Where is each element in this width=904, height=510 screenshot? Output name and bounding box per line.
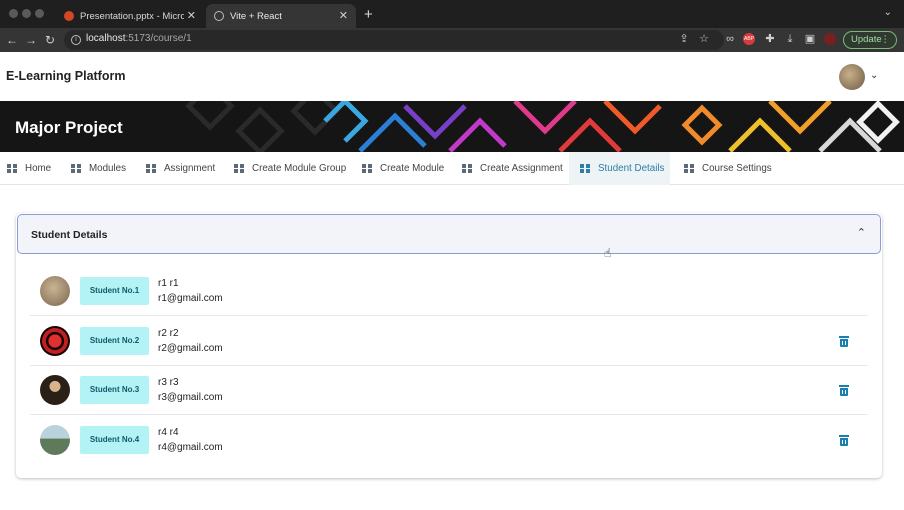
star-icon[interactable]: ☆: [698, 33, 710, 45]
banner-pattern: [185, 101, 900, 152]
chevron-up-icon[interactable]: ⌃: [857, 226, 866, 239]
dashboard-icon: [684, 163, 694, 174]
tab-assignment[interactable]: Assignment: [146, 152, 215, 185]
globe-icon: [214, 11, 224, 21]
address-bar[interactable]: i localhost:5173/course/1: [64, 30, 724, 50]
student-badge: Student No.3: [80, 376, 149, 404]
tab-modules[interactable]: Modules: [71, 152, 126, 185]
course-banner: Major Project: [0, 101, 904, 152]
student-email: r4@gmail.com: [158, 442, 223, 453]
window-zoom-dot[interactable]: [35, 9, 44, 18]
forward-arrow-icon[interactable]: →: [25, 32, 37, 48]
accordion-header[interactable]: Student Details ⌃: [17, 214, 881, 254]
browser-toolbar: ← → ↻ i localhost:5173/course/1 ⇪ ☆ ∞ AB…: [0, 28, 904, 52]
sidepanel-icon[interactable]: ▣: [804, 33, 816, 45]
course-title: Major Project: [15, 118, 123, 137]
tab-create-module-group[interactable]: Create Module Group: [234, 152, 346, 185]
reload-icon[interactable]: ↻: [45, 32, 55, 48]
chevron-down-icon[interactable]: ⌄: [870, 70, 878, 81]
glasses-icon[interactable]: ∞: [724, 33, 736, 45]
dashboard-icon: [362, 163, 372, 174]
student-name: r2 r2: [158, 328, 179, 339]
student-name: r4 r4: [158, 427, 179, 438]
chevron-down-icon[interactable]: ⌄: [884, 7, 892, 18]
window-close-dot[interactable]: [9, 9, 18, 18]
student-row: Student No.1 r1 r1 r1@gmail.com: [30, 267, 868, 316]
dashboard-icon: [146, 163, 156, 174]
course-nav: Home Modules Assignment Create Module Gr…: [0, 152, 904, 185]
avatar: [40, 276, 70, 306]
mouse-cursor-icon: ☝: [604, 246, 612, 260]
delete-icon[interactable]: [839, 435, 849, 446]
tab-create-module[interactable]: Create Module: [362, 152, 444, 185]
student-row: Student No.2 r2 r2 r2@gmail.com: [30, 317, 868, 366]
student-row: Student No.4 r4 r4 r4@gmail.com: [30, 416, 868, 465]
adblock-icon[interactable]: ABP: [743, 33, 755, 45]
student-email: r2@gmail.com: [158, 343, 223, 354]
update-button[interactable]: Update ⋮: [843, 31, 897, 49]
student-email: r1@gmail.com: [158, 293, 223, 304]
dashboard-icon: [580, 163, 590, 174]
close-icon[interactable]: ✕: [187, 9, 196, 22]
dashboard-icon: [7, 163, 17, 174]
window-minimize-dot[interactable]: [22, 9, 31, 18]
info-icon[interactable]: i: [71, 35, 81, 45]
student-name: r1 r1: [158, 278, 179, 289]
tab-student-details[interactable]: Student Details: [569, 152, 670, 185]
profile-icon[interactable]: [824, 33, 836, 45]
delete-icon[interactable]: [839, 336, 849, 347]
student-row: Student No.3 r3 r3 r3@gmail.com: [30, 366, 868, 415]
tab-home[interactable]: Home: [7, 152, 51, 185]
tab-create-assignment[interactable]: Create Assignment: [462, 152, 563, 185]
puzzle-icon[interactable]: ✚: [764, 33, 776, 45]
delete-icon[interactable]: [839, 385, 849, 396]
back-arrow-icon[interactable]: ←: [6, 32, 18, 48]
tab-course-settings[interactable]: Course Settings: [684, 152, 772, 185]
tab-title: Presentation.pptx - Microsoft Po: [80, 10, 184, 22]
avatar: [40, 425, 70, 455]
dashboard-icon: [234, 163, 244, 174]
app-header: E-Learning Platform ⌄: [0, 52, 904, 101]
student-name: r3 r3: [158, 377, 179, 388]
avatar: [40, 375, 70, 405]
dashboard-icon: [71, 163, 81, 174]
browser-tab-vite-react[interactable]: Vite + React ✕: [206, 4, 356, 28]
dashboard-icon: [462, 163, 472, 174]
new-tab-button[interactable]: +: [364, 6, 373, 23]
student-email: r3@gmail.com: [158, 392, 223, 403]
student-badge: Student No.2: [80, 327, 149, 355]
powerpoint-icon: [64, 11, 74, 21]
browser-tab-strip: Presentation.pptx - Microsoft Po ✕ Vite …: [0, 0, 904, 28]
student-badge: Student No.1: [80, 277, 149, 305]
avatar: [40, 326, 70, 356]
student-badge: Student No.4: [80, 426, 149, 454]
tab-title: Vite + React: [230, 10, 282, 22]
browser-tab-presentation[interactable]: Presentation.pptx - Microsoft Po ✕: [56, 4, 204, 28]
close-icon[interactable]: ✕: [339, 9, 348, 22]
download-icon[interactable]: ⤓: [784, 33, 796, 45]
panel-title: Student Details: [31, 229, 108, 241]
url-text[interactable]: localhost:5173/course/1: [86, 33, 192, 44]
more-vertical-icon: ⋮: [880, 34, 891, 45]
share-icon[interactable]: ⇪: [678, 33, 690, 45]
avatar[interactable]: [839, 64, 865, 90]
brand-title[interactable]: E-Learning Platform: [6, 69, 125, 83]
